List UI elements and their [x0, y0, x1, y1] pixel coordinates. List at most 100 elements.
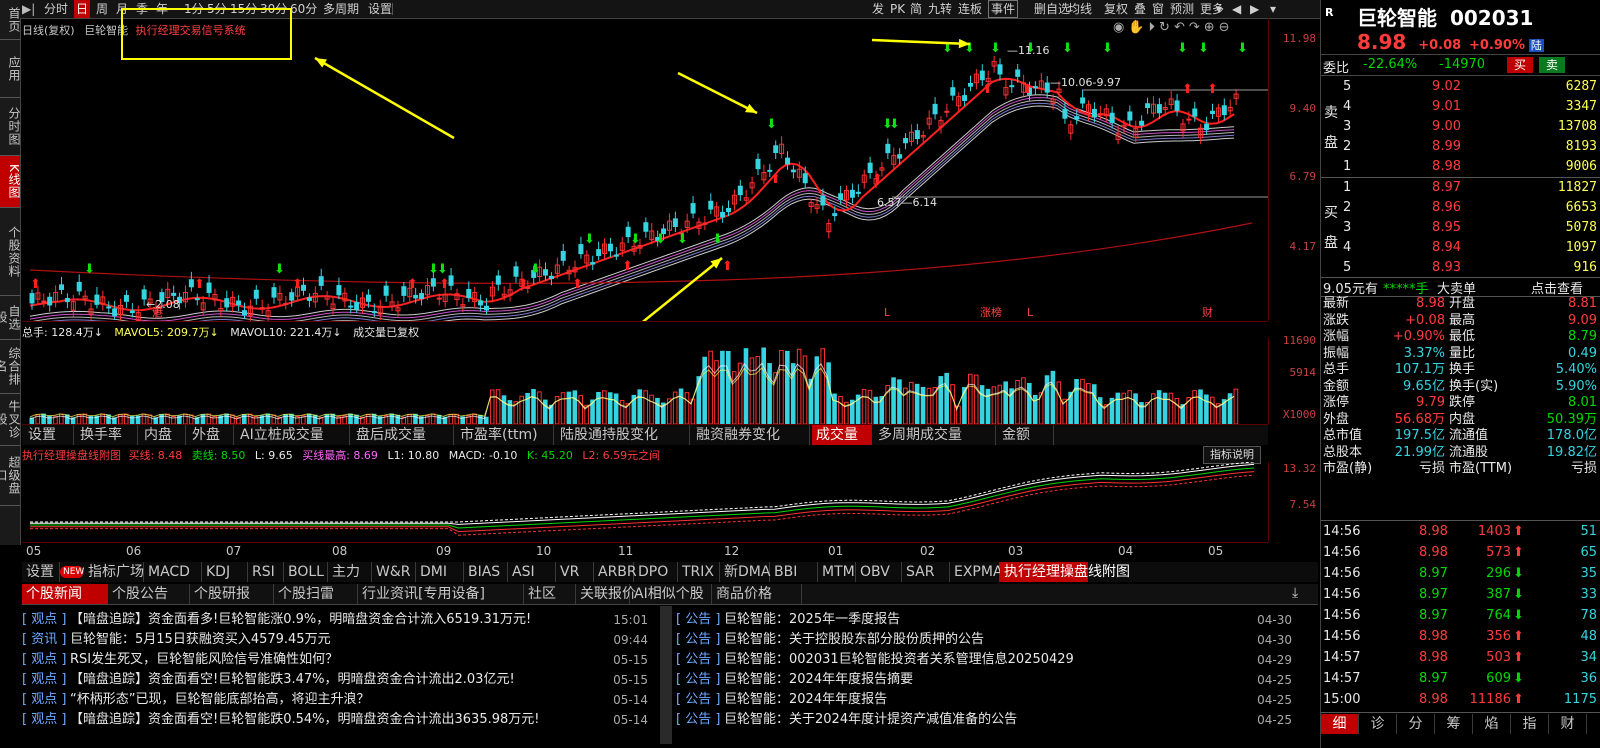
news-tab-1[interactable]: 个股公告 [108, 584, 190, 604]
toolbar-item-2[interactable]: 简 [910, 0, 922, 18]
tech-tab-22[interactable]: 执行经理操盘线附图 [1000, 562, 1130, 582]
tech-tab-1[interactable]: NEW [60, 566, 84, 578]
buy-button[interactable]: 买 [1507, 57, 1533, 73]
toolbar-item-4[interactable]: 连板 [958, 0, 982, 18]
kline-chart[interactable]: ⬇ ⬇ ⬇⬇ ⬇⬇ ⬇ ⬇ ⬇ ⬇⬇ ⬇⬇⬇ ⬇ ⬇ ⬇ ⬇ ⬇ ⬇ ⬇ ⬇⬆ ⬆ ⬆ ⬆ ⬆ ⬆ ⬆⬆ ⬆⬆ ⬆⬆ ⬆ ⬆ ⬆—11… [22, 18, 1268, 330]
big-order-view-link[interactable]: 点击查看 [1531, 278, 1583, 297]
news-item[interactable]: [ 公告 ] 巨轮智能：关于2024年度计提资产减值准备的公告 04-25 [676, 710, 1296, 730]
news-item[interactable]: [ 公告 ] 巨轮智能：2024年年度报告 04-25 [676, 690, 1296, 710]
left-tab-0[interactable]: 首页 [0, 0, 21, 40]
news-title[interactable]: 【暗盘追踪】资金面看空!巨轮智能跌0.54%，明暗盘资金合计流出3635.98万… [70, 710, 590, 730]
indicator-tab-2[interactable]: 内盘 [140, 425, 186, 445]
tech-tab-0[interactable]: 设置 [22, 562, 60, 582]
dropdown-icon[interactable]: ▾ [1270, 0, 1276, 18]
period-10[interactable]: 60分 [288, 0, 319, 18]
indicator-tab-10[interactable]: 多周期成交量 [874, 425, 996, 445]
news-title[interactable]: 巨轮智能：关于2024年度计提资产减值准备的公告 [724, 710, 1234, 730]
toolbar-item-7[interactable]: 均线 [1068, 0, 1092, 18]
tech-tab-9[interactable]: DMI [416, 562, 464, 582]
quote-tab-5[interactable]: 指 [1511, 714, 1549, 734]
quote-tab-3[interactable]: 筹 [1435, 714, 1473, 734]
sub-indicator-pane[interactable] [22, 461, 1268, 543]
toolbar-item-6[interactable]: 删自选 [1034, 0, 1070, 18]
news-tab-7[interactable]: AI相似个股 [630, 584, 712, 604]
tech-tab-19[interactable]: OBV [856, 562, 902, 582]
toolbar-item-5[interactable]: 事件 [988, 0, 1019, 18]
toolbar-item-3[interactable]: 九转 [928, 0, 952, 18]
indicator-tab-5[interactable]: 盘后成交量 [352, 425, 454, 445]
indicator-tab-0[interactable]: 设置 [24, 425, 74, 445]
sell-button[interactable]: 卖 [1539, 57, 1565, 73]
quote-tab-4[interactable]: 焰 [1473, 714, 1511, 734]
forward-icon[interactable]: ▶ [1250, 0, 1259, 18]
tech-tab-6[interactable]: BOLL [284, 562, 328, 582]
left-tab-8[interactable]: 超级盘口 [0, 446, 21, 506]
big-order-row[interactable]: 9.05元有 *****手 大卖单 点击查看 [1321, 277, 1600, 297]
quote-tab-2[interactable]: 分 [1397, 714, 1435, 734]
period-12[interactable]: 设置 [366, 0, 394, 18]
indicator-tab-11[interactable]: 金额 [998, 425, 1054, 445]
indicator-tab-3[interactable]: 外盘 [188, 425, 234, 445]
news-tab-0[interactable]: 个股新闻 [22, 584, 108, 604]
tech-tab-14[interactable]: DPO [634, 562, 678, 582]
volume-chart[interactable] [22, 338, 1268, 425]
tech-tab-2[interactable]: 指标广场 [84, 562, 144, 582]
news-item[interactable]: [ 观点 ] “杯柄形态”已现，巨轮智能底部抬高，将迎主升浪？ 05-14 [22, 690, 652, 710]
news-tab-6[interactable]: 关联报价 [576, 584, 636, 604]
news-item[interactable]: [ 公告 ] 巨轮智能：2024年年度报告摘要 04-25 [676, 670, 1296, 690]
news-tab-5[interactable]: 社区 [524, 584, 576, 604]
tech-tab-15[interactable]: TRIX [678, 562, 720, 582]
news-title[interactable]: 【暗盘追踪】资金面看空!巨轮智能跌3.47%，明暗盘资金合计流出2.03亿元! [70, 670, 590, 690]
left-tab-6[interactable]: 综合排名 [0, 340, 21, 394]
download-icon[interactable]: ⤓ [1292, 585, 1298, 601]
play-icon[interactable]: ▶| [22, 0, 35, 18]
tech-tab-7[interactable]: 主力 [328, 562, 372, 582]
quote-tab-1[interactable]: 诊 [1359, 714, 1397, 734]
period-2[interactable]: 周 [94, 0, 110, 18]
news-item[interactable]: [ 公告 ] 巨轮智能：002031巨轮智能投资者关系管理信息20250429 04… [676, 650, 1296, 670]
left-tab-7[interactable]: 牛叉诊股 [0, 394, 21, 446]
indicator-tab-8[interactable]: 融资融券变化 [692, 425, 810, 445]
news-item[interactable]: [ 观点 ] 【暗盘追踪】资金面看多!巨轮智能涨0.9%，明暗盘资金合计流入651… [22, 610, 652, 630]
tech-tab-12[interactable]: VR [556, 562, 594, 582]
tech-tab-20[interactable]: SAR [902, 562, 950, 582]
news-item[interactable]: [ 资讯 ] 巨轮智能：5月15日获融资买入4579.45万元 09:44 [22, 630, 652, 650]
news-scrollbar[interactable] [660, 606, 672, 744]
tech-tab-13[interactable]: ARBR [594, 562, 637, 582]
news-item[interactable]: [ 公告 ] 巨轮智能：关于控股股东部分股份质押的公告 04-30 [676, 630, 1296, 650]
news-title[interactable]: 巨轮智能：关于控股股东部分股份质押的公告 [724, 630, 1234, 650]
news-tab-2[interactable]: 个股研报 [190, 584, 274, 604]
indicator-tab-6[interactable]: 市盈率(ttm) [456, 425, 554, 445]
left-tab-5[interactable]: 自选股 [0, 296, 21, 340]
news-tab-8[interactable]: 商品价格 [712, 584, 802, 604]
news-item[interactable]: [ 观点 ] 【暗盘追踪】资金面看空!巨轮智能跌3.47%，明暗盘资金合计流出2.… [22, 670, 652, 690]
toolbar-item-8[interactable]: 复权 [1104, 0, 1128, 18]
news-item[interactable]: [ 观点 ] RSI发生死叉，巨轮智能风险信号准确性如何？ 05-15 [22, 650, 652, 670]
news-title[interactable]: 巨轮智能：5月15日获融资买入4579.45万元 [70, 630, 590, 650]
period-1[interactable]: 日 [74, 0, 91, 18]
tech-tab-18[interactable]: MTM [818, 562, 856, 582]
sub-indicator-chart[interactable] [22, 461, 1268, 542]
news-title[interactable]: 巨轮智能：2024年年度报告 [724, 690, 1234, 710]
toolbar-item-1[interactable]: PK [890, 0, 905, 18]
news-title[interactable]: “杯柄形态”已现，巨轮智能底部抬高，将迎主升浪？ [70, 690, 590, 710]
tech-tab-21[interactable]: EXPMA [950, 562, 1003, 582]
tech-tab-10[interactable]: BIAS [464, 562, 508, 582]
tech-tab-3[interactable]: MACD [144, 562, 202, 582]
toolbar-item-10[interactable]: 窗 [1152, 0, 1164, 18]
news-title[interactable]: 巨轮智能：2024年年度报告摘要 [724, 670, 1234, 690]
left-tab-4[interactable]: 个股资料 [0, 208, 21, 296]
news-title[interactable]: 巨轮智能：002031巨轮智能投资者关系管理信息20250429 [724, 650, 1234, 670]
toolbar-item-11[interactable]: 预测 [1170, 0, 1194, 18]
tech-tab-4[interactable]: KDJ [202, 562, 248, 582]
news-title[interactable]: 【暗盘追踪】资金面看多!巨轮智能涨0.9%，明暗盘资金合计流入6519.31万元… [70, 610, 590, 630]
quote-tab-6[interactable]: 财 [1549, 714, 1587, 734]
indicator-tab-4[interactable]: AI立桩成交量 [236, 425, 350, 445]
news-tab-3[interactable]: 个股扫雷 [274, 584, 358, 604]
tech-tab-11[interactable]: ASI [508, 562, 556, 582]
back-icon[interactable]: ◀ [1232, 0, 1241, 18]
news-item[interactable]: [ 公告 ] 巨轮智能：2025年一季度报告 04-30 [676, 610, 1296, 630]
tech-tab-8[interactable]: W&R [372, 562, 416, 582]
period-0[interactable]: 分时 [42, 0, 70, 18]
tech-tab-16[interactable]: 新DMA [720, 562, 770, 582]
